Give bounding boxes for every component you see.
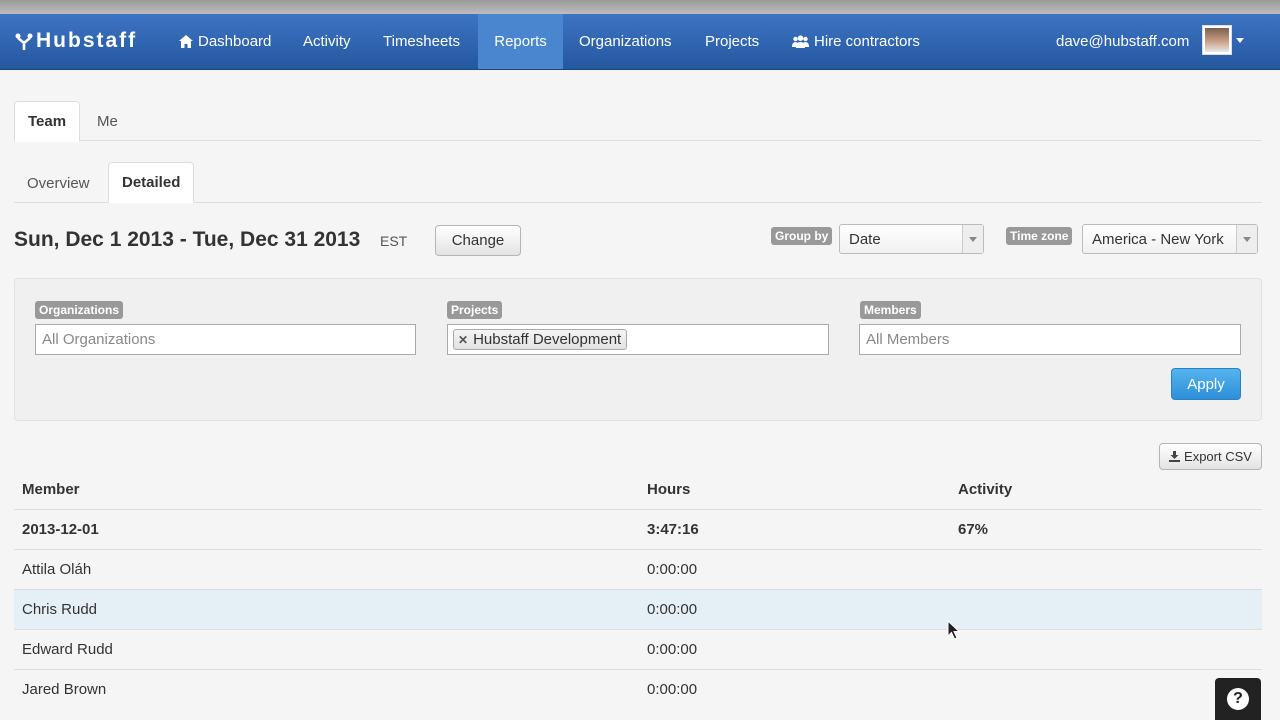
project-token: ✕ Hubstaff Development	[453, 329, 628, 350]
report-table: Member Hours Activity 2013-12-01 3:47:16…	[14, 470, 1262, 709]
button-label: Change	[451, 232, 505, 249]
table-row: Jared Brown 0:00:00	[14, 669, 1262, 709]
table-row-date-group: 2013-12-01 3:47:16 67%	[14, 509, 1262, 550]
cell-hours: 0:00:00	[639, 669, 950, 709]
nav-item-label: Hire contractors	[814, 33, 920, 50]
tab-overview[interactable]: Overview	[14, 163, 103, 203]
nav-item-label: Organizations	[579, 33, 672, 50]
column-header-activity[interactable]: Activity	[950, 470, 1262, 510]
organizations-label: Organizations	[35, 301, 124, 319]
table-header-row: Member Hours Activity	[14, 470, 1262, 510]
cell-activity	[950, 549, 1262, 590]
cell-member: Attila Oláh	[14, 549, 639, 590]
tab-detailed[interactable]: Detailed	[108, 162, 195, 203]
nav-item-label: Activity	[303, 33, 351, 50]
nav-item-dashboard[interactable]: Dashboard	[164, 14, 286, 69]
cell-activity	[950, 629, 1262, 670]
cell-hours: 0:00:00	[639, 589, 950, 630]
cell-activity	[950, 589, 1262, 630]
organizations-field[interactable]: All Organizations	[35, 324, 416, 355]
tab-team[interactable]: Team	[14, 101, 81, 142]
download-icon	[1169, 451, 1181, 462]
group-by-label: Group by	[771, 227, 833, 245]
tab-me[interactable]: Me	[84, 101, 131, 141]
nav-item-label: Dashboard	[198, 33, 272, 50]
members-label: Members	[860, 301, 921, 319]
column-header-hours[interactable]: Hours	[639, 470, 950, 510]
cell-hours: 0:00:00	[639, 629, 950, 670]
hubstaff-logo[interactable]: Hubstaff	[14, 28, 137, 54]
time-zone-select[interactable]: America - New York	[1082, 224, 1258, 254]
export-csv-button[interactable]: Export CSV	[1159, 443, 1262, 470]
change-date-button[interactable]: Change	[435, 225, 521, 256]
nav-item-projects[interactable]: Projects	[690, 14, 774, 69]
tab-label: Overview	[27, 174, 90, 192]
chevron-down-icon	[962, 225, 983, 253]
projects-field[interactable]: ✕ Hubstaff Development	[447, 324, 829, 355]
nav-item-reports[interactable]: Reports	[478, 14, 563, 69]
window-top-strip	[0, 0, 1280, 14]
users-icon	[792, 35, 809, 48]
cell-member: Chris Rudd	[14, 589, 639, 630]
nav-item-timesheets[interactable]: Timesheets	[368, 14, 475, 69]
nav-item-label: Projects	[705, 33, 760, 50]
members-placeholder: All Members	[866, 331, 950, 348]
help-icon: ?	[1227, 688, 1249, 710]
nav-item-activity[interactable]: Activity	[288, 14, 366, 69]
view-tabs	[14, 202, 1262, 203]
button-label: Export CSV	[1184, 449, 1252, 464]
user-email[interactable]: dave@hubstaff.com	[1056, 14, 1189, 69]
column-header-member[interactable]: Member	[14, 470, 639, 510]
nav-item-organizations[interactable]: Organizations	[564, 14, 687, 69]
cell-activity: 67%	[950, 509, 1262, 550]
button-label: Apply	[1187, 375, 1225, 393]
top-navbar: Hubstaff Dashboard Activity Timesheets R…	[0, 14, 1280, 70]
table-row: Attila Oláh 0:00:00	[14, 549, 1262, 590]
time-zone-label: Time zone	[1006, 227, 1073, 245]
tab-label: Team	[28, 113, 67, 130]
remove-token-icon[interactable]: ✕	[458, 333, 468, 347]
tab-label: Me	[97, 112, 118, 130]
nav-item-hire-contractors[interactable]: Hire contractors	[777, 14, 935, 69]
timezone-abbr: EST	[380, 233, 408, 249]
cell-hours: 3:47:16	[639, 509, 950, 550]
chevron-down-icon	[1236, 225, 1257, 253]
organizations-placeholder: All Organizations	[42, 331, 156, 348]
projects-label: Projects	[447, 301, 503, 319]
tab-label: Detailed	[122, 174, 181, 191]
select-value: Date	[849, 230, 881, 248]
brand-name: Hubstaff	[36, 29, 138, 52]
cell-hours: 0:00:00	[639, 549, 950, 590]
date-range-title: Sun, Dec 1 2013 - Tue, Dec 31 2013	[14, 228, 361, 251]
home-icon	[179, 35, 193, 48]
avatar[interactable]	[1202, 25, 1232, 55]
chevron-down-icon[interactable]	[1236, 38, 1244, 43]
cell-member: Jared Brown	[14, 669, 639, 709]
select-value: America - New York	[1092, 230, 1224, 248]
table-row: Chris Rudd 0:00:00	[14, 589, 1262, 630]
apply-button[interactable]: Apply	[1171, 368, 1241, 400]
mouse-cursor-icon	[947, 620, 961, 640]
nav-item-label: Timesheets	[383, 33, 460, 50]
group-by-select[interactable]: Date	[839, 224, 984, 254]
cell-member: Edward Rudd	[14, 629, 639, 670]
help-button[interactable]: ?	[1215, 678, 1261, 720]
scope-tabs	[14, 140, 1262, 141]
cell-member: 2013-12-01	[14, 509, 639, 550]
table-row: Edward Rudd 0:00:00	[14, 629, 1262, 670]
token-label: Hubstaff Development	[473, 331, 622, 348]
members-field[interactable]: All Members	[859, 324, 1241, 355]
nav-item-label: Reports	[494, 33, 547, 50]
hubstaff-logo-icon	[15, 33, 33, 50]
